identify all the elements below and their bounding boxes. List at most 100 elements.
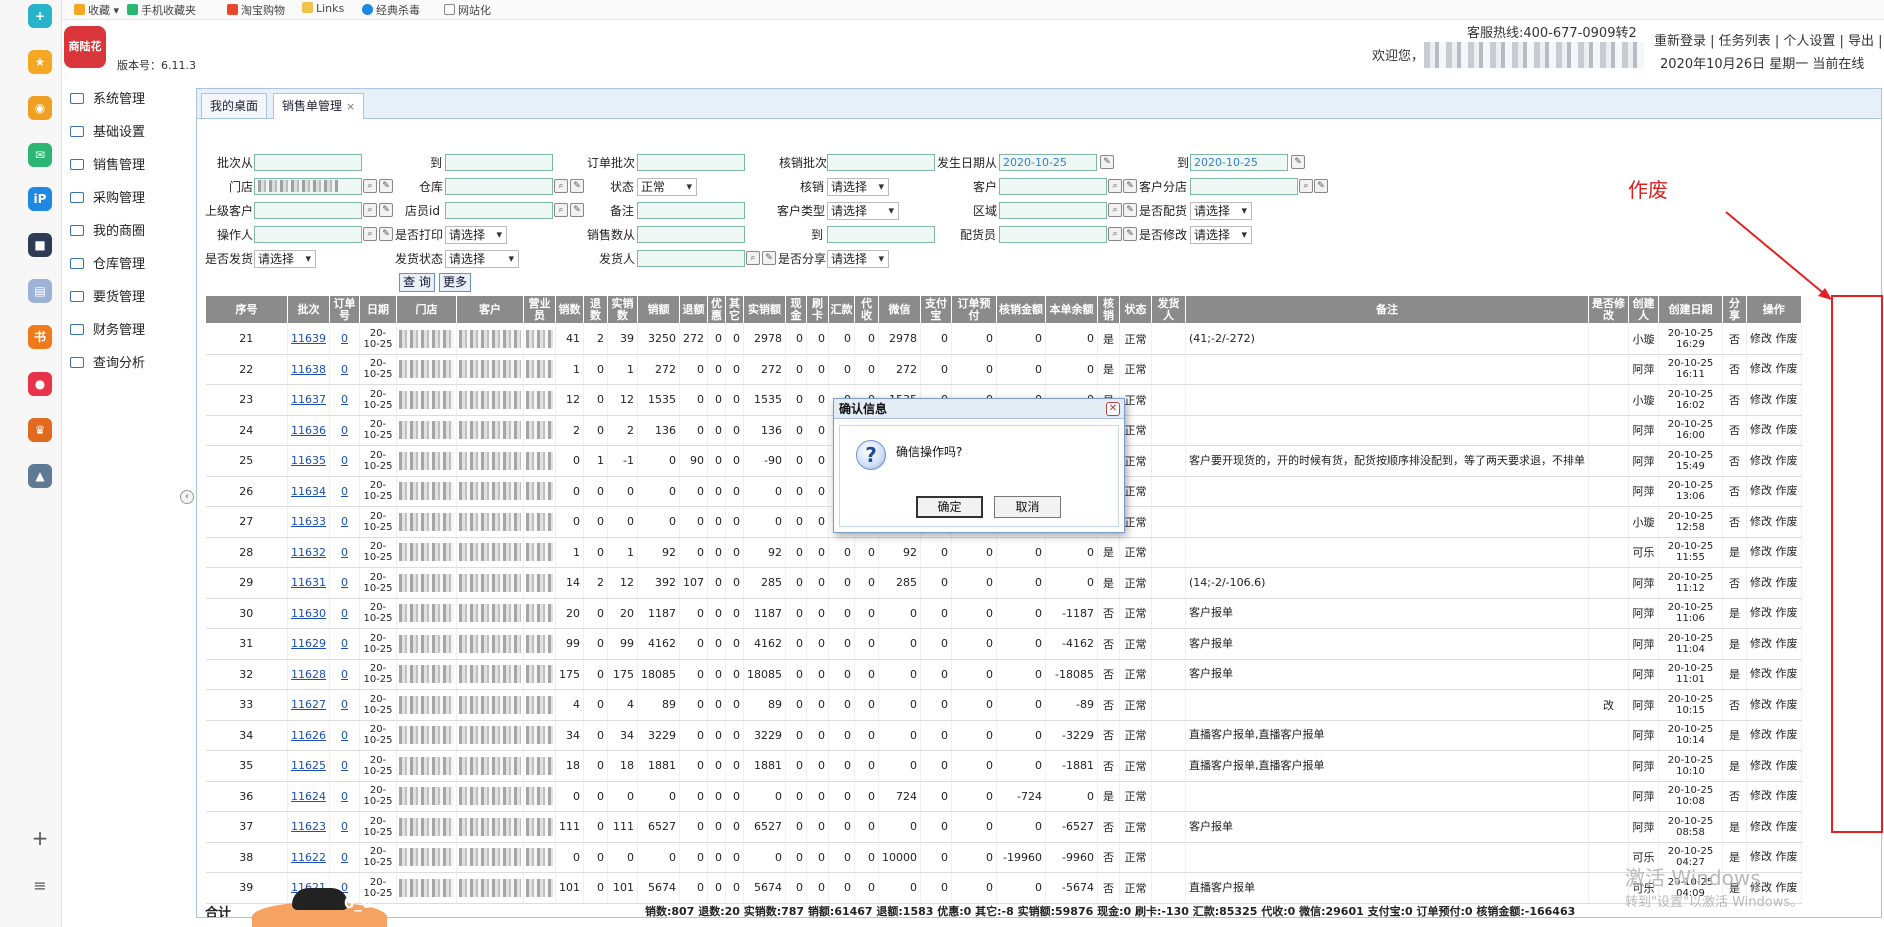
void-button[interactable]: 作废 [1776, 332, 1798, 345]
more-button[interactable]: 更多 [439, 273, 471, 292]
doc-app-icon[interactable]: ▤ [28, 279, 52, 303]
batch-link[interactable]: 11632 [291, 546, 326, 559]
allocator-input[interactable] [999, 226, 1107, 243]
column-header[interactable]: 微信 [878, 295, 921, 324]
collapse-arrow-icon[interactable]: ‹ [180, 490, 194, 504]
verify-select[interactable]: 请选择 [827, 178, 889, 196]
column-header[interactable]: 实销数 [607, 295, 638, 324]
column-header[interactable]: 汇款 [828, 295, 855, 324]
nav-item-purchase[interactable]: 采购管理 [70, 187, 145, 209]
sales-from-input[interactable] [637, 226, 745, 243]
void-button[interactable]: 作废 [1776, 545, 1798, 558]
is-allocated-select[interactable]: 请选择 [1190, 202, 1252, 220]
column-header[interactable]: 客户 [456, 295, 524, 324]
column-header[interactable]: 日期 [359, 295, 397, 324]
order-link[interactable]: 0 [341, 668, 348, 681]
task-list-link[interactable]: 任务列表 [1719, 34, 1771, 49]
edit-icon[interactable]: ✎ [1123, 179, 1137, 193]
nav-item-system[interactable]: 系统管理 [70, 88, 145, 110]
column-header[interactable]: 代收 [854, 295, 879, 324]
edit-button[interactable]: 修改 [1750, 789, 1772, 802]
lookup-icon[interactable]: ⌕ [1108, 203, 1122, 217]
column-header[interactable]: 销额 [637, 295, 680, 324]
batch-to-input[interactable] [445, 154, 553, 171]
edit-button[interactable]: 修改 [1750, 637, 1772, 650]
date-to-input[interactable]: 2020-10-25 [1190, 154, 1288, 171]
batch-from-input[interactable] [254, 154, 362, 171]
batch-link[interactable]: 11630 [291, 607, 326, 620]
lookup-icon[interactable]: ⌕ [554, 203, 568, 217]
personal-settings-link[interactable]: 个人设置 [1783, 34, 1835, 49]
batch-link[interactable]: 11627 [291, 698, 326, 711]
batch-link[interactable]: 11631 [291, 576, 326, 589]
column-header[interactable]: 退数 [583, 295, 608, 324]
batch-link[interactable]: 11625 [291, 759, 326, 772]
order-link[interactable]: 0 [341, 790, 348, 803]
column-header[interactable]: 营业员 [523, 295, 556, 324]
batch-link[interactable]: 11637 [291, 393, 326, 406]
new-tab-icon[interactable]: + [28, 4, 52, 28]
order-link[interactable]: 0 [341, 485, 348, 498]
column-header[interactable]: 现金 [785, 295, 807, 324]
edit-button[interactable]: 修改 [1750, 484, 1772, 497]
edit-icon[interactable]: ✎ [1314, 179, 1328, 193]
order-link[interactable]: 0 [341, 820, 348, 833]
void-button[interactable]: 作废 [1776, 606, 1798, 619]
void-button[interactable]: 作废 [1776, 637, 1798, 650]
export-link[interactable]: 导出 [1848, 34, 1874, 49]
region-input[interactable] [999, 202, 1107, 219]
edit-button[interactable]: 修改 [1750, 698, 1772, 711]
void-button[interactable]: 作废 [1776, 576, 1798, 589]
order-link[interactable]: 0 [341, 729, 348, 742]
batch-link[interactable]: 11633 [291, 515, 326, 528]
column-header[interactable]: 支付宝 [920, 295, 952, 324]
table-row[interactable]: 28 11632 0 20-10-25 1 0 1 92 0 0 0 92 0 0 0 0 92 0 0 0 0 是正常可… [205, 537, 1802, 568]
edit-button[interactable]: 修改 [1750, 576, 1772, 589]
confirm-ok-button[interactable]: 确定 [916, 496, 983, 518]
column-header[interactable]: 实销额 [743, 295, 786, 324]
batch-link[interactable]: 11636 [291, 424, 326, 437]
order-batch-input[interactable] [637, 154, 745, 171]
column-header[interactable]: 优惠 [707, 295, 726, 324]
edit-button[interactable]: 修改 [1750, 393, 1772, 406]
edit-icon[interactable]: ✎ [1123, 227, 1137, 241]
table-row[interactable]: 31 11629 0 20-10-25 99 0 99 4162 0 0 0 4162 0 0 0 0 0 0 0 0… [205, 628, 1802, 660]
nav-item-sales[interactable]: 销售管理 [70, 154, 145, 176]
customer-type-select[interactable]: 请选择 [827, 202, 899, 220]
edit-button[interactable]: 修改 [1750, 667, 1772, 680]
shipper-input[interactable] [637, 250, 745, 267]
column-header[interactable]: 是否修改 [1588, 295, 1629, 324]
edit-button[interactable]: 修改 [1750, 759, 1772, 772]
void-button[interactable]: 作废 [1776, 454, 1798, 467]
table-row[interactable]: 29 11631 0 20-10-25 14 2 12 392 107 0 0 285 0 0 0 0 285 0… [205, 567, 1802, 599]
batch-link[interactable]: 11623 [291, 820, 326, 833]
nav-item-basic-settings[interactable]: 基础设置 [70, 121, 145, 143]
sales-to-input[interactable] [827, 226, 935, 243]
column-header[interactable]: 刷卡 [806, 295, 829, 324]
order-link[interactable]: 0 [341, 851, 348, 864]
column-header[interactable]: 备注 [1185, 295, 1589, 324]
batch-link[interactable]: 11639 [291, 332, 326, 345]
bookmark-antivirus[interactable]: 经典杀毒 [362, 2, 420, 18]
column-header[interactable]: 核销金额 [996, 295, 1046, 324]
order-link[interactable]: 0 [341, 637, 348, 650]
game-app-icon[interactable]: ♛ [28, 418, 52, 442]
column-header[interactable]: 序号 [205, 295, 288, 324]
nav-item-finance[interactable]: 财务管理 [70, 319, 145, 341]
column-header[interactable]: 退额 [679, 295, 708, 324]
remark-input[interactable] [637, 202, 745, 219]
batch-link[interactable]: 11622 [291, 851, 326, 864]
is-shipped-select[interactable]: 请选择 [254, 250, 316, 268]
is-shared-select[interactable]: 请选择 [827, 250, 889, 268]
weibo-icon[interactable]: ◉ [28, 96, 52, 120]
order-link[interactable]: 0 [341, 424, 348, 437]
table-row[interactable]: 32 11628 0 20-10-25 175 0 175 18085 0 0 0 18085 0 0 0 0… [205, 659, 1802, 690]
table-row[interactable]: 34 11626 0 20-10-25 34 0 34 3229 0 0 0 3229 0 0 0 0 0 0 0 0… [205, 720, 1802, 751]
lookup-icon[interactable]: ⌕ [1299, 179, 1313, 193]
void-button[interactable]: 作废 [1776, 362, 1798, 375]
status-select[interactable]: 正常 [637, 178, 697, 196]
message-icon[interactable]: ✉ [28, 143, 52, 167]
news-app-icon[interactable]: ■ [28, 233, 52, 257]
order-link[interactable]: 0 [341, 515, 348, 528]
void-button[interactable]: 作废 [1776, 667, 1798, 680]
